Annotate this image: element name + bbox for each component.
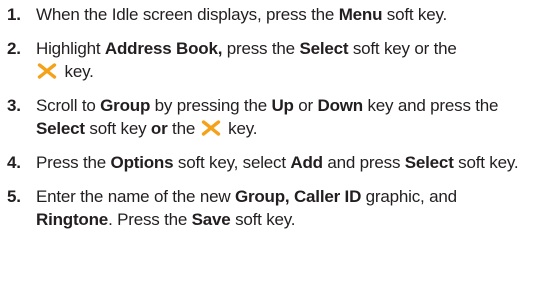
step-text-run: press the (222, 39, 300, 58)
step-number: 1. (7, 5, 21, 24)
step-text-run: When the Idle screen displays, press the (36, 5, 339, 24)
step-text-run: key and press the (362, 96, 499, 115)
step-text-run: Highlight (36, 39, 105, 58)
step-number: 3. (7, 96, 21, 115)
instruction-steps: 1. When the Idle screen displays, press … (7, 3, 535, 242)
step-text-run: by pressing the (150, 96, 272, 115)
select-key-label: Select (36, 119, 85, 138)
address-book-label: Address Book, (104, 39, 223, 58)
step-text-run: or (293, 96, 318, 115)
step-text: Enter the name of the new Group, Caller … (36, 185, 535, 231)
step-text-run: soft key. (382, 5, 448, 24)
select-key-label: Select (404, 153, 454, 172)
step-number: 5. (7, 187, 21, 206)
step-text-run: and press (322, 153, 405, 172)
menu-key-label: Menu (338, 5, 383, 24)
step-text: When the Idle screen displays, press the… (36, 3, 535, 26)
step-5: 5. Enter the name of the new Group, Call… (7, 185, 535, 231)
step-text-run: the (167, 119, 200, 138)
navigation-center-key-icon (36, 62, 58, 80)
options-key-label: Options (110, 153, 174, 172)
step-number: 4. (7, 153, 21, 172)
step-text-run: soft key (84, 119, 151, 138)
step-text-run: Scroll to (36, 96, 101, 115)
add-option-label: Add (290, 153, 323, 172)
step-text-run: soft key. (453, 153, 519, 172)
step-text-run: Press the (36, 153, 111, 172)
step-text-run: soft key or the (348, 39, 457, 58)
step-2: 2. Highlight Address Book, press the Sel… (7, 37, 535, 83)
navigation-center-key-icon (200, 119, 222, 137)
step-text-run: soft key. (230, 210, 296, 229)
step-text-run: key. (223, 119, 258, 138)
step-text: Scroll to Group by pressing the Up or Do… (36, 94, 535, 140)
step-text-run: . Press the (108, 210, 192, 229)
or-emphasis: or (150, 119, 168, 138)
step-4: 4. Press the Options soft key, select Ad… (7, 151, 535, 174)
step-number: 2. (7, 39, 21, 58)
step-text: Highlight Address Book, press the Select… (36, 37, 535, 83)
select-key-label: Select (299, 39, 349, 58)
step-text-run: key. (60, 62, 94, 81)
step-text-run: graphic, and (361, 187, 457, 206)
group-caller-id-label: Group, Caller ID (234, 187, 362, 206)
step-text: Press the Options soft key, select Add a… (36, 151, 535, 174)
step-1: 1. When the Idle screen displays, press … (7, 3, 535, 26)
group-label: Group (100, 96, 151, 115)
save-key-label: Save (191, 210, 231, 229)
down-key-label: Down (317, 96, 364, 115)
step-text-run: Enter the name of the new (36, 187, 235, 206)
ringtone-label: Ringtone (36, 210, 109, 229)
step-text-run: soft key, select (173, 153, 291, 172)
step-3: 3. Scroll to Group by pressing the Up or… (7, 94, 535, 140)
up-key-label: Up (271, 96, 294, 115)
